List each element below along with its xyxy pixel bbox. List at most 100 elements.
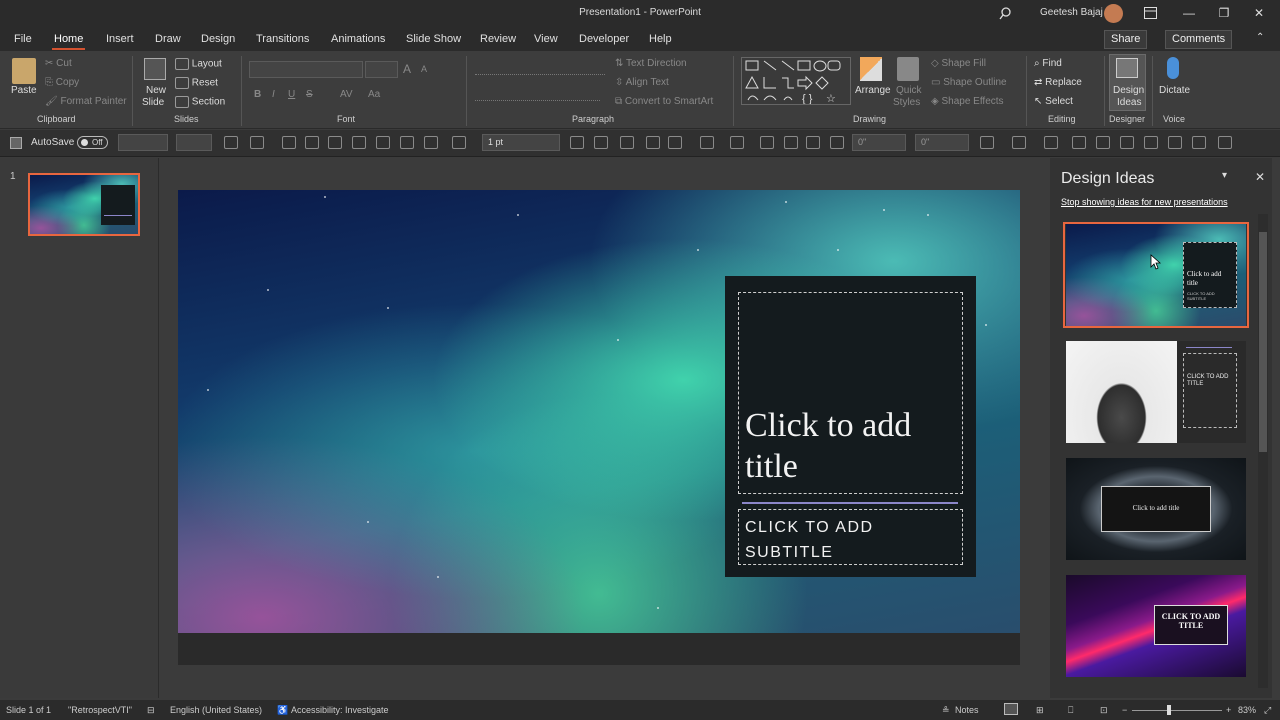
tab-slide-show[interactable]: Slide Show [406,33,461,45]
slide-sorter-icon[interactable]: ⊞ [1036,705,1044,716]
group-objects-icon[interactable] [305,136,319,149]
font-name-dropdown[interactable] [249,61,363,78]
qat-font-dropdown[interactable] [118,134,168,151]
pane-close-icon[interactable]: ✕ [1255,170,1265,184]
paste-icon[interactable] [12,58,36,84]
select-button[interactable]: ↖ Select [1034,96,1073,107]
section-button[interactable]: Section [175,96,225,108]
font-size-dropdown[interactable] [365,61,398,78]
search-icon[interactable] [999,7,1012,20]
chart-icon[interactable] [1044,136,1058,149]
outline-icon[interactable] [730,136,744,149]
tab-developer[interactable]: Developer [579,33,629,45]
slideshow-icon[interactable]: ⊡ [1100,705,1108,716]
slide-canvas[interactable]: Click to add title CLICK TO ADD SUBTITLE [178,190,1020,665]
design-idea-3[interactable]: Click to add title [1066,458,1246,560]
shapes-gallery[interactable]: { } ☆ [741,57,851,105]
pane-options-icon[interactable]: ▾ [1222,170,1227,181]
slide-thumbnail[interactable] [28,173,140,236]
bring-forward-icon[interactable] [352,136,366,149]
language[interactable]: English (United States) [170,705,262,715]
pen-icon[interactable] [594,136,608,149]
new-slide-label-1[interactable]: New [146,85,166,96]
user-name[interactable]: Geetesh Bajaj [1040,7,1103,18]
grow-font-button[interactable]: A [403,62,411,76]
spellcheck-icon[interactable]: ⊟ [147,705,155,716]
align-objects-icon[interactable] [980,136,994,149]
zoom-slider-thumb[interactable] [1167,705,1171,715]
textbox-icon[interactable] [806,136,820,149]
lasso-icon[interactable] [646,136,660,149]
change-case-button[interactable]: Aa [368,89,380,100]
underline-button[interactable]: U [288,89,295,100]
line-weight-dropdown[interactable]: 1 pt [482,134,560,151]
zoom-slider[interactable] [1132,710,1222,711]
quick-styles-label-2[interactable]: Styles [893,97,920,108]
copy-format-icon[interactable] [328,136,342,149]
design-idea-2[interactable]: CLICK TO ADD TITLE [1066,341,1246,443]
scrollbar-thumb[interactable] [1259,232,1267,452]
rotate-icon[interactable] [400,136,414,149]
rows-icon[interactable] [1168,136,1182,149]
char-spacing-button[interactable]: AV [340,89,353,100]
strikethrough-button[interactable]: S [306,89,313,100]
shape-fill-button[interactable]: ◇ Shape Fill [931,58,986,69]
reset-button[interactable]: Reset [175,77,218,89]
tab-help[interactable]: Help [649,33,672,45]
selection-pane-icon[interactable] [452,136,466,149]
shape-icon[interactable] [668,136,682,149]
shape-effects-button[interactable]: ◈ Shape Effects [931,96,1004,107]
cut-button[interactable]: ✂ Cut [45,58,72,69]
new-slide-icon[interactable] [144,58,166,80]
distribute-icon[interactable] [282,136,296,149]
quick-styles-label-1[interactable]: Quick [896,85,922,96]
shapes-merge-icon[interactable] [1096,136,1110,149]
comments-button[interactable]: Comments [1165,30,1233,49]
copy-button[interactable]: ⎘ Copy [45,77,79,88]
guides-icon[interactable] [1192,136,1206,149]
tab-home[interactable]: Home [51,33,86,50]
height-field[interactable]: 0" [852,134,906,151]
arrange-button[interactable]: Arrange [855,85,891,96]
subtitle-placeholder[interactable]: CLICK TO ADD SUBTITLE [738,509,963,565]
font-color-icon[interactable] [224,136,238,149]
align-icon[interactable] [250,136,264,149]
resize-icon[interactable] [784,136,798,149]
layout-grid-icon[interactable] [1218,136,1232,149]
list-buttons[interactable] [475,63,605,75]
zoom-level[interactable]: 83% [1238,705,1256,715]
fill-color-icon[interactable] [700,136,714,149]
tab-view[interactable]: View [534,33,558,45]
crop-icon[interactable] [760,136,774,149]
share-button[interactable]: Share [1104,30,1148,49]
stop-showing-link[interactable]: Stop showing ideas for new presentations [1061,197,1228,207]
chevron-up-icon[interactable]: ⌃ [1256,32,1264,43]
minimize-button[interactable]: — [1180,5,1198,23]
qat-size-dropdown[interactable] [176,134,212,151]
line-color-icon[interactable] [620,136,634,149]
restore-button[interactable]: ❐ [1215,5,1233,23]
quick-styles-icon[interactable] [897,57,919,81]
paste-button[interactable]: Paste [11,85,37,96]
accessibility-status[interactable]: Accessibility: Investigate [291,705,389,715]
columns-icon[interactable] [1144,136,1158,149]
tab-transitions[interactable]: Transitions [256,33,309,45]
tab-draw[interactable]: Draw [155,33,181,45]
ribbon-display-icon[interactable] [1144,7,1157,19]
zoom-in-icon[interactable]: + [1226,705,1231,715]
accessibility-icon[interactable]: ♿ [277,705,288,716]
tab-animations[interactable]: Animations [331,33,385,45]
align-buttons[interactable] [475,89,600,101]
zoom-out-icon[interactable]: − [1122,705,1127,715]
microphone-icon[interactable] [1167,57,1179,79]
tab-insert[interactable]: Insert [106,33,134,45]
format-painter-button[interactable]: 🖌 Format Painter [45,96,127,107]
reading-view-icon[interactable]: ⎕ [1068,705,1073,716]
close-button[interactable]: ✕ [1250,5,1268,23]
flip-icon[interactable] [424,136,438,149]
notes-icon[interactable]: ≗ [942,705,950,716]
send-backward-icon[interactable] [376,136,390,149]
arrange-icon[interactable] [860,57,882,81]
ungroup-icon[interactable] [1120,136,1134,149]
tab-file[interactable]: File [14,33,32,45]
